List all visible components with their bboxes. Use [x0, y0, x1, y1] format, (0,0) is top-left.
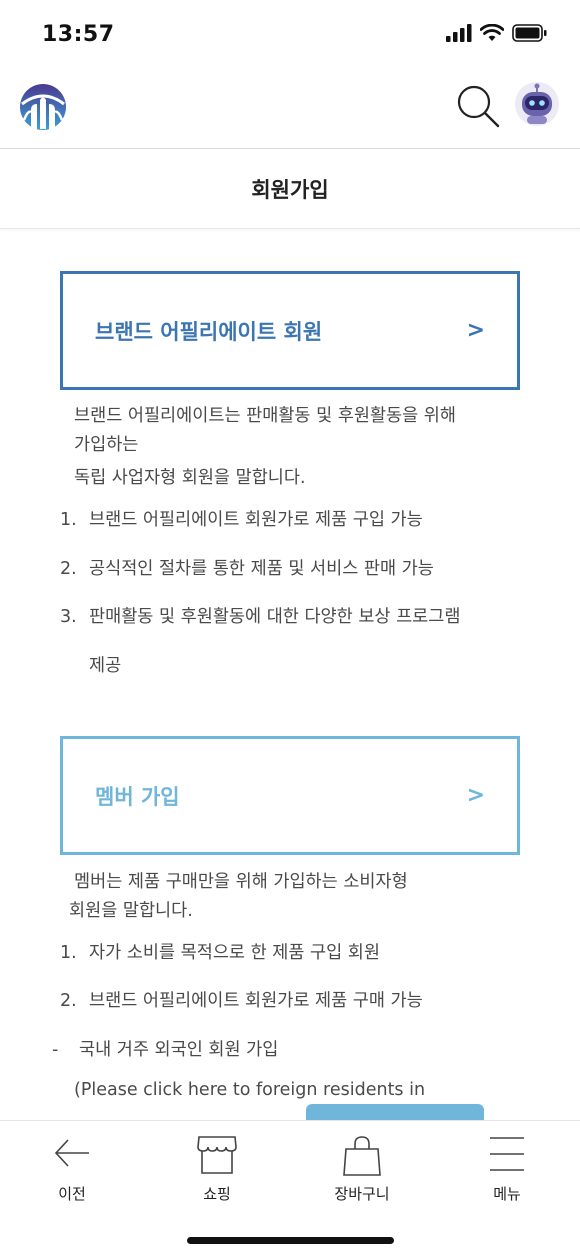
page-title: 회원가입 [251, 177, 329, 202]
home-indicator [187, 1237, 394, 1244]
status-time: 13:57 [42, 22, 115, 47]
nav-back-label: 이전 [58, 1185, 86, 1203]
wifi-icon [480, 24, 504, 41]
list-item-number: 2. [60, 991, 77, 1011]
list-item-number: 3. [60, 607, 77, 627]
bottom-nav: 이전 쇼핑 장바구니 메뉴 [0, 1120, 580, 1256]
nav-shop-label: 쇼핑 [203, 1185, 231, 1203]
list-item-continuation: 제공 [89, 656, 122, 676]
brand-affiliate-signup-card[interactable]: 브랜드 어필리에이트 회원 > [60, 271, 520, 390]
search-icon[interactable] [455, 83, 501, 129]
hamburger-menu-icon [490, 1137, 524, 1171]
robot-avatar-icon[interactable] [514, 81, 560, 127]
app-header [0, 66, 580, 149]
status-bar: 13:57 [0, 0, 580, 66]
list-item-number: 2. [60, 559, 77, 579]
nav-cart-label: 장바구니 [334, 1185, 390, 1203]
brand-desc-line2: 가입하는 [74, 435, 139, 455]
chevron-right-icon: > [466, 783, 485, 808]
list-item: 브랜드 어필리에이트 회원가로 제품 구매 가능 [89, 991, 423, 1011]
list-item: 자가 소비를 목적으로 한 제품 구입 회원 [89, 943, 380, 963]
brand-desc-line1: 브랜드 어필리에이트는 판매활동 및 후원활동을 위해 [74, 406, 457, 426]
list-item: 브랜드 어필리에이트 회원가로 제품 구입 가능 [89, 510, 423, 530]
brand-affiliate-label: 브랜드 어필리에이트 회원 [95, 319, 323, 344]
foreign-resident-signup-link[interactable]: 국내 거주 외국인 회원 가입 [79, 1041, 278, 1060]
status-icons [446, 24, 548, 42]
list-item: 판매활동 및 후원활동에 대한 다양한 보상 프로그램 [89, 607, 461, 627]
nav-menu-label: 메뉴 [493, 1185, 521, 1203]
member-desc-line2: 회원을 말합니다. [69, 901, 193, 921]
list-item: 공식적인 절차를 통한 제품 및 서비스 판매 가능 [89, 559, 434, 579]
brand-desc-line3: 독립 사업자형 회원을 말합니다. [74, 468, 306, 488]
shop-icon [197, 1136, 237, 1174]
foreign-resident-note: (Please click here to foreign residents … [74, 1080, 426, 1100]
page-title-bar: 회원가입 [0, 149, 580, 229]
chevron-right-icon: > [466, 318, 485, 343]
member-desc-line1: 멤버는 제품 구매만을 위해 가입하는 소비자형 [74, 872, 408, 892]
back-arrow-icon [54, 1139, 89, 1167]
shopping-bag-icon [343, 1136, 381, 1176]
foreign-dash: - [52, 1040, 59, 1060]
list-item-number: 1. [60, 510, 77, 530]
member-signup-card[interactable]: 멤버 가입 > [60, 736, 520, 855]
signal-icon [446, 24, 472, 42]
member-signup-label: 멤버 가입 [95, 784, 180, 809]
list-item-number: 1. [60, 943, 77, 963]
battery-icon [512, 24, 547, 42]
brand-logo[interactable] [18, 82, 68, 132]
